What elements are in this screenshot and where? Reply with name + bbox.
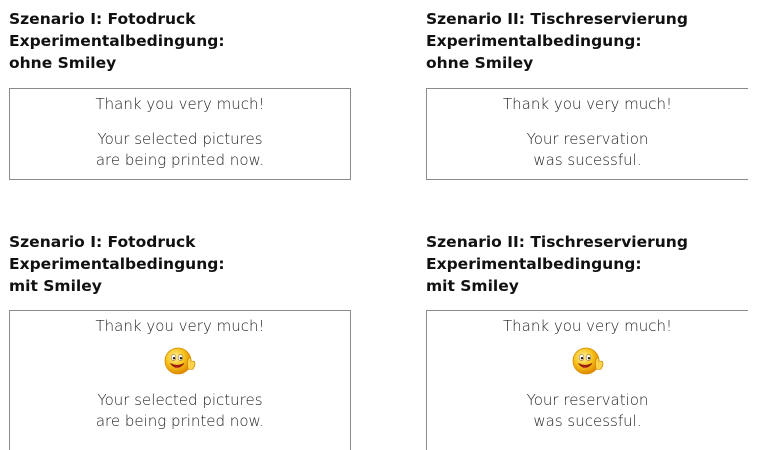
panel-heading: Szenario I: Fotodruck Experimentalbeding… [9,8,351,74]
heading-condition-label: Experimentalbedingung: [9,32,225,50]
heading-scenario: Szenario II: Tischreservierung [426,233,688,251]
smiley-thumbs-up-icon [572,347,603,375]
heading-condition-value: ohne Smiley [9,54,117,72]
message-line-1: Your selected pictures [97,130,263,148]
thank-you-text: Thank you very much! [503,95,672,113]
smiley-thumbs-up-icon [164,347,196,375]
thank-you-text: Thank you very much! [503,317,672,335]
heading-condition-label: Experimentalbedingung: [9,255,225,273]
heading-scenario: Szenario I: Fotodruck [9,10,196,28]
heading-condition-value: ohne Smiley [426,54,534,72]
message-line-1: Your reservation [526,391,649,409]
thank-you-text: Thank you very much! [95,317,265,335]
message-line-2: was sucessful. [533,151,642,169]
heading-condition-value: mit Smiley [426,277,519,295]
heading-scenario: Szenario I: Fotodruck [9,233,196,251]
panel-fotodruck-mit-smiley: Szenario I: Fotodruck Experimentalbeding… [9,231,351,450]
confirmation-message-box: Thank you very much! Your selected pictu… [9,88,351,180]
message-line-2: are being printed now. [95,151,265,169]
message-line-1: Your selected pictures [97,391,263,409]
heading-condition-value: mit Smiley [9,277,102,295]
confirmation-message-box: Thank you very much! Your reservation wa… [426,88,748,180]
heading-condition-label: Experimentalbedingung: [426,32,642,50]
heading-condition-label: Experimentalbedingung: [426,255,642,273]
confirmation-message-box: Thank you very much! Your selected pictu… [9,310,351,450]
panel-fotodruck-ohne-smiley: Szenario I: Fotodruck Experimentalbeding… [9,8,351,183]
panel-tischreservierung-mit-smiley: Szenario II: Tischreservierung Experimen… [426,231,757,450]
panel-heading: Szenario I: Fotodruck Experimentalbeding… [9,231,351,297]
confirmation-message-box: Thank you very much! Your reservation wa… [426,310,748,450]
panel-heading: Szenario II: Tischreservierung Experimen… [426,8,757,74]
thank-you-text: Thank you very much! [95,95,265,113]
heading-scenario: Szenario II: Tischreservierung [426,10,688,28]
panel-tischreservierung-ohne-smiley: Szenario II: Tischreservierung Experimen… [426,8,757,183]
message-line-2: are being printed now. [95,412,265,430]
message-line-2: was sucessful. [533,412,642,430]
message-line-1: Your reservation [526,130,649,148]
panel-heading: Szenario II: Tischreservierung Experimen… [426,231,757,297]
